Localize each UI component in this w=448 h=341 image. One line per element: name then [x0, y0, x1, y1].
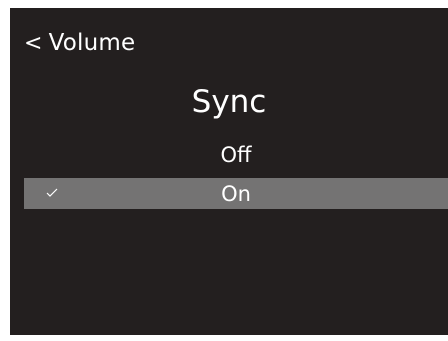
option-off[interactable]: Off [24, 139, 448, 170]
chevron-left-icon: < [24, 30, 43, 56]
back-button[interactable]: < Volume [24, 30, 135, 56]
option-label: On [221, 181, 251, 206]
option-on[interactable]: On [24, 178, 448, 209]
page-title: Sync [191, 84, 267, 120]
option-label: Off [220, 142, 252, 167]
sync-settings-screen: < Volume Sync Off On [10, 8, 448, 335]
back-label: Volume [48, 30, 136, 56]
